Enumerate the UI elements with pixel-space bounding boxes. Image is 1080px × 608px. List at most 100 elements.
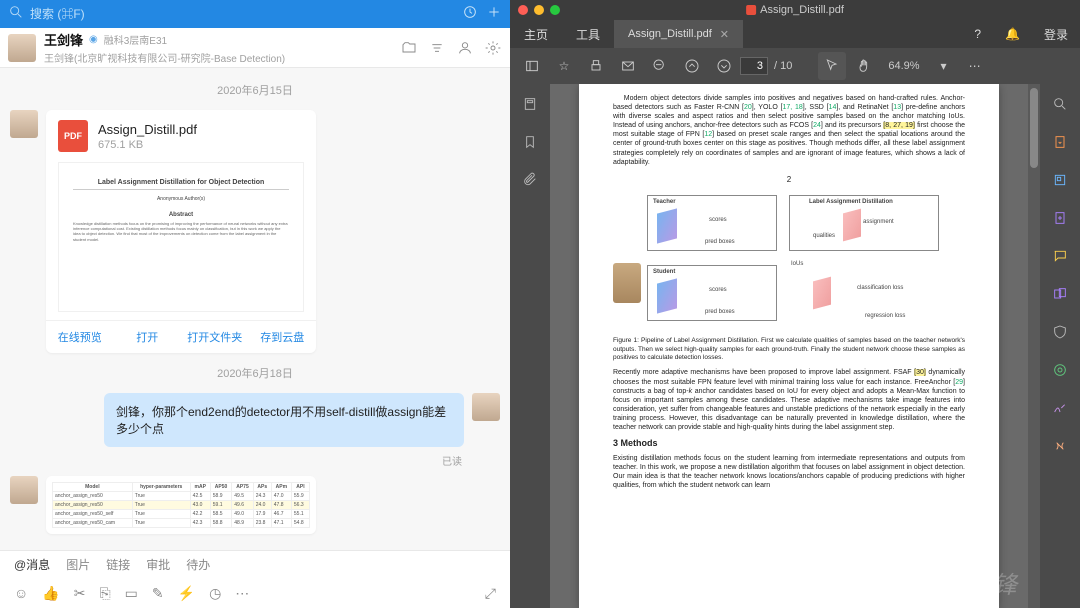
cursor-tool-icon[interactable] — [818, 52, 846, 80]
menu-tools[interactable]: 工具 — [562, 20, 614, 48]
hand-tool-icon[interactable] — [850, 52, 878, 80]
sender-avatar-2[interactable] — [10, 476, 38, 504]
create-pdf-icon[interactable] — [1050, 208, 1070, 228]
left-rail — [510, 84, 550, 608]
file-actions: 在线预览 打开 打开文件夹 存到云盘 — [46, 320, 316, 353]
comment-icon[interactable] — [1050, 246, 1070, 266]
read-receipt: 已读 — [0, 451, 510, 472]
attachment-icon[interactable] — [520, 170, 540, 190]
results-table: Modelhyper-parametersmAPAP50AP75APsAPmAP… — [52, 482, 310, 528]
page-down-icon[interactable] — [710, 52, 738, 80]
text-bubble[interactable]: 剑锋，你那个end2end的detector用不用self-distill做as… — [104, 393, 464, 447]
maximize-window-icon[interactable] — [550, 5, 560, 15]
file-size: 675.1 KB — [98, 139, 197, 151]
date-separator-2: 2020年6月18日 — [0, 365, 510, 381]
emoji-icon[interactable]: ☺ — [14, 585, 28, 601]
action-open[interactable]: 打开 — [114, 321, 182, 353]
clock-icon[interactable]: ◷ — [209, 585, 221, 602]
file-message-row: PDF Assign_Distill.pdf 675.1 KB Label As… — [0, 106, 510, 357]
action-preview[interactable]: 在线预览 — [46, 321, 114, 353]
sidebar-toggle-icon[interactable] — [518, 52, 546, 80]
action-open-folder[interactable]: 打开文件夹 — [181, 321, 249, 353]
page-up-icon[interactable] — [678, 52, 706, 80]
search-input[interactable] — [30, 7, 454, 21]
self-avatar[interactable] — [472, 393, 500, 421]
scrollbar-thumb[interactable] — [1030, 88, 1038, 168]
sort-icon[interactable] — [428, 39, 446, 57]
thumbs-up-icon[interactable]: 👍 — [42, 585, 59, 602]
new-chat-icon[interactable] — [486, 4, 502, 25]
help-icon[interactable]: ? — [962, 27, 993, 41]
tab-todo[interactable]: 待办 — [186, 556, 210, 573]
more-tools-rail-icon[interactable] — [1050, 436, 1070, 456]
fig-pred-1: pred boxes — [705, 239, 735, 247]
contact-location: 融科3层南E31 — [104, 32, 167, 47]
fig-teacher-label: Teacher — [653, 199, 676, 207]
preview-author: Anonymous Author(s) — [157, 196, 205, 202]
file-tab[interactable]: Assign_Distill.pdf ✕ — [614, 20, 743, 48]
history-icon[interactable] — [462, 4, 478, 25]
minimize-window-icon[interactable] — [534, 5, 544, 15]
attach-icon[interactable]: ⎘ — [99, 585, 110, 602]
zoom-level[interactable]: 64.9% — [888, 60, 919, 72]
card-icon[interactable]: ▭ — [125, 585, 138, 602]
menu-home[interactable]: 主页 — [510, 20, 562, 48]
tab-approve[interactable]: 审批 — [146, 556, 170, 573]
mail-icon[interactable] — [614, 52, 642, 80]
date-separator-1: 2020年6月15日 — [0, 82, 510, 98]
close-tab-icon[interactable]: ✕ — [720, 28, 729, 41]
tab-links[interactable]: 链接 — [106, 556, 130, 573]
file-bubble[interactable]: PDF Assign_Distill.pdf 675.1 KB Label As… — [46, 110, 316, 353]
paragraph-3: Existing distillation methods focus on t… — [613, 454, 965, 490]
messages-area[interactable]: 2020年6月15日 PDF Assign_Distill.pdf 675.1 … — [0, 68, 510, 550]
file-header: PDF Assign_Distill.pdf 675.1 KB — [46, 110, 316, 162]
notification-icon[interactable]: 🔔 — [993, 27, 1032, 41]
person-icon[interactable] — [456, 39, 474, 57]
page-viewer[interactable]: 33 Modern object detectors divide sample… — [550, 84, 1028, 608]
shield-icon[interactable] — [1050, 322, 1070, 342]
sender-avatar[interactable] — [10, 110, 38, 138]
location-icon: ◉ — [89, 34, 98, 45]
pdf-doc-icon — [746, 5, 756, 15]
fig-iou: IoUs — [791, 261, 803, 269]
vertical-scrollbar[interactable] — [1028, 84, 1040, 608]
edit-pdf-icon[interactable] — [1050, 170, 1070, 190]
star-icon[interactable]: ☆ — [550, 52, 578, 80]
chat-bottom-tabs: @消息 图片 链接 审批 待办 — [0, 550, 510, 578]
page-total: / 10 — [774, 60, 792, 72]
folder-icon[interactable] — [400, 39, 418, 57]
fig-assign: assignment — [863, 219, 894, 227]
table-bubble[interactable]: Modelhyper-parametersmAPAP50AP75APsAPmAP… — [46, 476, 316, 534]
search-tool-icon[interactable] — [1050, 94, 1070, 114]
export-pdf-icon[interactable] — [1050, 132, 1070, 152]
close-window-icon[interactable] — [518, 5, 528, 15]
bookmark-icon[interactable] — [520, 132, 540, 152]
contact-names: 王剑锋 ◉ 融科3层南E31 王剑锋(北京旷视科技有限公司-研究院-Base D… — [44, 30, 390, 65]
zoom-out-icon[interactable] — [646, 52, 674, 80]
page-number-footer: 2 — [613, 175, 965, 185]
combine-icon[interactable] — [1050, 284, 1070, 304]
action-cloud[interactable]: 存到云盘 — [249, 321, 317, 353]
zoom-dropdown-icon[interactable]: ▾ — [930, 52, 958, 80]
tab-at[interactable]: @消息 — [14, 556, 50, 573]
more-icon[interactable]: ⋯ — [235, 585, 249, 602]
scissors-icon[interactable]: ✂ — [74, 585, 86, 602]
expand-icon[interactable]: ⤢ — [485, 585, 496, 602]
contact-avatar[interactable] — [8, 34, 36, 62]
chat-header: 王剑锋 ◉ 融科3层南E31 王剑锋(北京旷视科技有限公司-研究院-Base D… — [0, 28, 510, 68]
print-icon[interactable] — [582, 52, 610, 80]
search-icon — [8, 4, 24, 25]
table-message-row: Modelhyper-parametersmAPAP50AP75APsAPmAP… — [0, 472, 510, 538]
sign-icon[interactable] — [1050, 398, 1070, 418]
compress-icon[interactable] — [1050, 360, 1070, 380]
login-button[interactable]: 登录 — [1032, 26, 1080, 43]
page-number-input[interactable] — [740, 57, 768, 75]
fig-scores-2: scores — [709, 287, 727, 295]
fig-student-label: Student — [653, 269, 675, 277]
settings-icon[interactable] — [484, 39, 502, 57]
bolt-icon[interactable]: ⚡ — [178, 585, 195, 602]
edit-icon[interactable]: ✎ — [152, 585, 164, 602]
more-tools-icon[interactable]: ⋯ — [962, 52, 990, 80]
thumbnails-icon[interactable] — [520, 94, 540, 114]
tab-images[interactable]: 图片 — [66, 556, 90, 573]
